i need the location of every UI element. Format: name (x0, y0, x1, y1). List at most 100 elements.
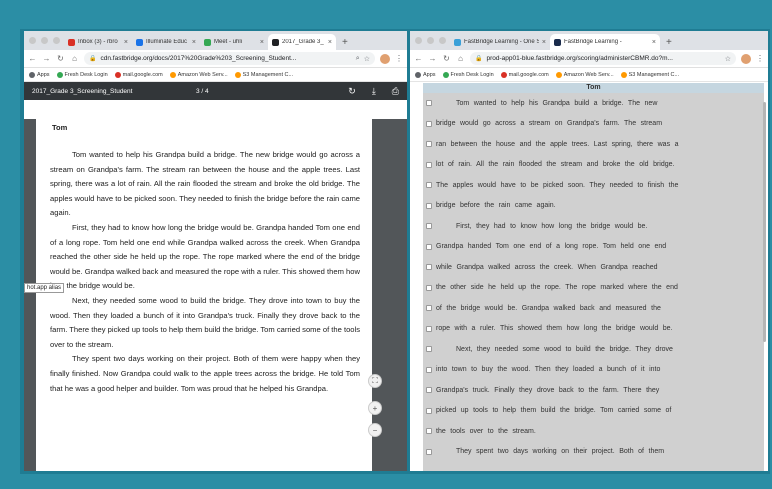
passage-line-text[interactable]: into town to buy the wood. Then they loa… (436, 366, 660, 373)
fit-page-icon[interactable]: ⛶ (368, 374, 382, 388)
passage-line-text[interactable]: ran between the house and the apple tree… (436, 141, 679, 148)
bookmark-item[interactable]: mail.google.com (500, 71, 549, 78)
passage-line[interactable]: First, they had to know how long the bri… (426, 216, 764, 237)
passage-line[interactable]: Next, they needed some wood to build the… (426, 339, 764, 360)
back-icon[interactable]: ← (414, 54, 423, 63)
line-checkbox[interactable] (426, 161, 432, 168)
passage-line-text[interactable]: Tom wanted to help his Grandpa build a b… (436, 100, 657, 107)
passage-line[interactable]: The apples would have to be picked soon.… (426, 175, 764, 196)
passage-line[interactable]: bridge would go across a stream on Grand… (426, 114, 764, 135)
browser-tab[interactable]: FastBridge Learning - × (550, 34, 660, 50)
forward-icon[interactable]: → (428, 54, 437, 63)
browser-tab[interactable]: 2017_Grade 3_ × (268, 34, 336, 50)
passage-line-text[interactable]: Next, they needed some wood to build the… (436, 346, 673, 353)
passage-line[interactable]: Tom wanted to help his Grandpa build a b… (426, 93, 764, 114)
close-tab-icon[interactable]: × (542, 39, 546, 46)
print-icon[interactable]: ⎙ (392, 86, 399, 97)
profile-avatar[interactable] (741, 53, 751, 64)
passage-line[interactable]: while Grandpa walked across the creek. W… (426, 257, 764, 278)
passage-line[interactable]: bridge before the rain came again. (426, 196, 764, 217)
passage-line-text[interactable]: picked up tools to help them build the b… (436, 407, 671, 414)
download-icon[interactable]: ⤓ (372, 86, 376, 97)
zoom-icon[interactable]: ⌕ (356, 55, 360, 63)
bookmark-item[interactable]: Apps (415, 71, 436, 78)
zoom-out-button[interactable]: − (368, 423, 382, 437)
line-checkbox[interactable] (426, 325, 432, 332)
reload-icon[interactable]: ↻ (56, 54, 65, 63)
line-checkbox[interactable] (426, 284, 432, 291)
passage-line[interactable]: Grandpa handed Tom one end of a long rop… (426, 237, 764, 258)
passage-line-text[interactable]: bridge before the rain came again. (436, 202, 556, 209)
passage-line[interactable]: picked up tools to help them build the b… (426, 401, 764, 422)
window-controls[interactable] (415, 37, 446, 44)
passage-line[interactable]: of the bridge would be. Grandpa walked b… (426, 298, 764, 319)
passage-line-text[interactable]: Grandpa handed Tom one end of a long rop… (436, 243, 666, 250)
line-checkbox[interactable] (426, 264, 432, 271)
back-icon[interactable]: ← (28, 54, 37, 63)
window-controls[interactable] (29, 37, 60, 44)
line-checkbox[interactable] (426, 141, 432, 148)
passage-line[interactable]: Grandpa's truck. Finally they drove back… (426, 380, 764, 401)
line-checkbox[interactable] (426, 120, 432, 127)
passage-line[interactable]: rope with a ruler. This showed them how … (426, 319, 764, 340)
close-tab-icon[interactable]: × (652, 39, 656, 46)
passage-line[interactable]: the other side he held up the rope. The … (426, 278, 764, 299)
home-icon[interactable]: ⌂ (70, 54, 79, 63)
bookmark-item[interactable]: S3 Management C... (234, 71, 293, 78)
bookmark-item[interactable]: Apps (29, 71, 50, 78)
browser-tab[interactable]: FastBridge Learning - One Sim × (450, 34, 550, 50)
close-tab-icon[interactable]: × (328, 39, 332, 46)
passage-line-text[interactable]: while Grandpa walked across the creek. W… (436, 264, 658, 271)
passage-line-text[interactable]: lot of rain. All the rain flooded the st… (436, 161, 674, 168)
line-checkbox[interactable] (426, 428, 432, 435)
menu-icon[interactable]: ⋮ (756, 54, 764, 63)
line-checkbox[interactable] (426, 100, 432, 107)
new-tab-button[interactable]: + (336, 34, 354, 50)
line-checkbox[interactable] (426, 366, 432, 373)
browser-tab[interactable]: Inbox (3) - rbro × (64, 34, 132, 50)
line-checkbox[interactable] (426, 407, 432, 414)
line-checkbox[interactable] (426, 387, 432, 394)
passage-line-text[interactable]: The apples would have to be picked soon.… (436, 182, 678, 189)
forward-icon[interactable]: → (42, 54, 51, 63)
passage-line[interactable]: They spent two days working on their pro… (426, 442, 764, 463)
profile-avatar[interactable] (380, 53, 390, 64)
line-checkbox[interactable] (426, 223, 432, 230)
new-tab-button[interactable]: + (660, 34, 678, 50)
passage-line[interactable]: the tools over to the stream. (426, 421, 764, 442)
passage-line[interactable]: ran between the house and the apple tree… (426, 134, 764, 155)
home-icon[interactable]: ⌂ (456, 54, 465, 63)
passage-line-text[interactable]: the other side he held up the rope. The … (436, 284, 678, 291)
address-bar[interactable]: 🔒 prod-app01-blue.fastbridge.org/scoring… (470, 52, 736, 65)
scrollbar[interactable] (763, 102, 766, 342)
zoom-in-button[interactable]: + (368, 401, 382, 415)
bookmark-star-icon[interactable]: ☆ (364, 55, 370, 63)
rotate-icon[interactable]: ↻ (348, 86, 356, 97)
bookmark-item[interactable]: mail.google.com (114, 71, 163, 78)
browser-tab[interactable]: Illuminate Educ × (132, 34, 200, 50)
close-tab-icon[interactable]: × (124, 39, 128, 46)
menu-icon[interactable]: ⋮ (395, 54, 403, 63)
bookmark-item[interactable]: Amazon Web Serv... (169, 71, 228, 78)
bookmark-star-icon[interactable]: ☆ (725, 55, 731, 63)
reload-icon[interactable]: ↻ (442, 54, 451, 63)
line-checkbox[interactable] (426, 448, 432, 455)
passage-line-text[interactable]: bridge would go across a stream on Grand… (436, 120, 662, 127)
line-checkbox[interactable] (426, 182, 432, 189)
bookmark-item[interactable]: Amazon Web Serv... (555, 71, 614, 78)
close-tab-icon[interactable]: × (260, 39, 264, 46)
passage-line-text[interactable]: First, they had to know how long the bri… (436, 223, 647, 230)
passage-line-text[interactable]: of the bridge would be. Grandpa walked b… (436, 305, 661, 312)
address-bar[interactable]: 🔒 cdn.fastbridge.org/docs/2017%20Grade%2… (84, 52, 375, 65)
line-checkbox[interactable] (426, 202, 432, 209)
passage-line-text[interactable]: Grandpa's truck. Finally they drove back… (436, 387, 659, 394)
browser-tab[interactable]: Meet - uhli × (200, 34, 268, 50)
close-tab-icon[interactable]: × (192, 39, 196, 46)
passage-line[interactable]: lot of rain. All the rain flooded the st… (426, 155, 764, 176)
bookmark-item[interactable]: Fresh Desk Login (442, 71, 494, 78)
line-checkbox[interactable] (426, 346, 432, 353)
bookmark-item[interactable]: S3 Management C... (620, 71, 679, 78)
bookmark-item[interactable]: Fresh Desk Login (56, 71, 108, 78)
line-checkbox[interactable] (426, 305, 432, 312)
line-checkbox[interactable] (426, 243, 432, 250)
